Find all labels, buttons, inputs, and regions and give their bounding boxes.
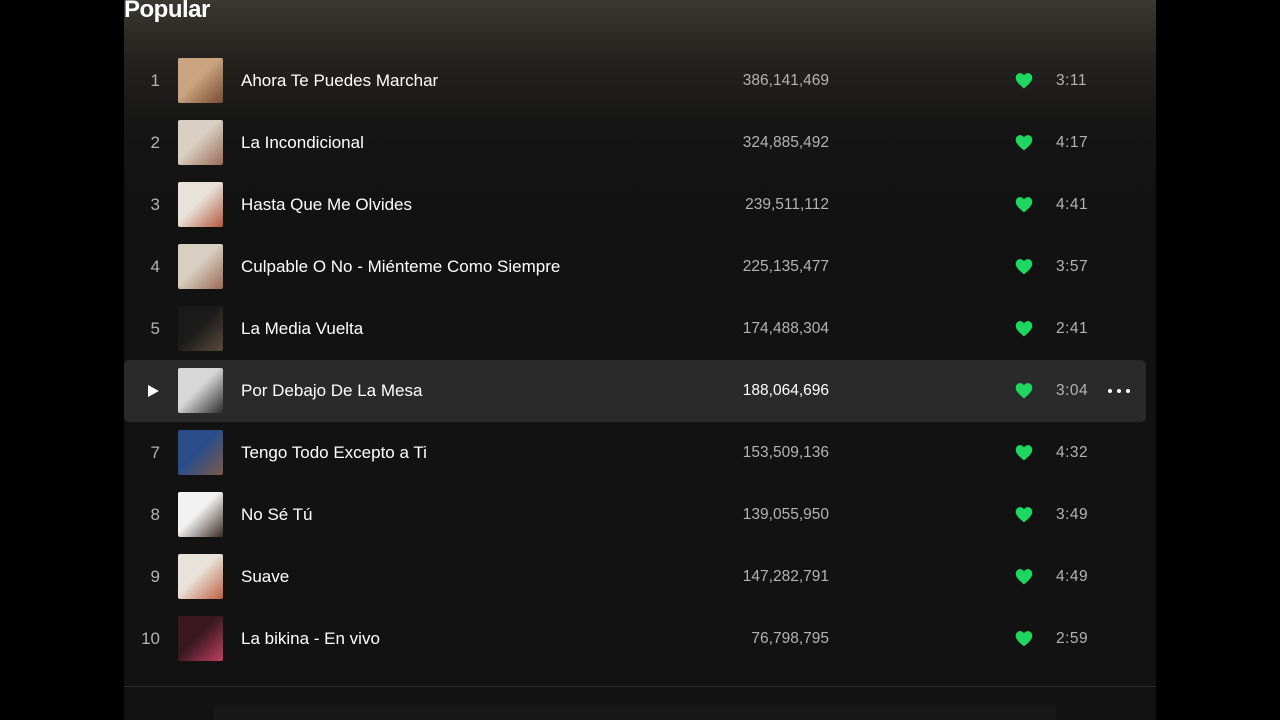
track-duration: 3:11 (1056, 72, 1088, 89)
track-title[interactable]: Ahora Te Puedes Marchar (241, 50, 438, 112)
track-row[interactable]: 3 Hasta Que Me Olvides 239,511,112 4:41 (124, 174, 1146, 236)
play-count: 139,055,950 (742, 506, 829, 523)
track-duration: 2:59 (1056, 630, 1089, 647)
heart-icon[interactable] (1015, 196, 1033, 213)
bottom-bar (214, 705, 1056, 720)
play-count: 153,509,136 (742, 444, 829, 461)
heart-icon[interactable] (1015, 568, 1033, 585)
section-title: Popular (124, 0, 210, 23)
heart-icon[interactable] (1015, 506, 1033, 523)
track-row[interactable]: 2 La Incondicional 324,885,492 4:17 (124, 112, 1146, 174)
album-art (178, 58, 223, 103)
track-number: 9 (150, 567, 160, 586)
artist-panel: Popular 1 Ahora Te Puedes Marchar 386,14… (124, 0, 1156, 720)
track-duration: 3:49 (1056, 506, 1089, 523)
album-art (178, 554, 223, 599)
track-duration: 3:04 (1056, 382, 1089, 399)
album-art (178, 616, 223, 661)
track-title[interactable]: Hasta Que Me Olvides (241, 174, 412, 236)
divider (124, 686, 1156, 687)
track-title[interactable]: La Incondicional (241, 112, 364, 174)
track-title[interactable]: No Sé Tú (241, 484, 313, 546)
heart-icon[interactable] (1015, 72, 1033, 89)
track-title[interactable]: La Media Vuelta (241, 298, 363, 360)
track-number: 3 (150, 195, 160, 214)
play-count: 76,798,795 (751, 630, 829, 647)
more-options-icon[interactable] (1108, 382, 1130, 400)
play-count: 239,511,112 (745, 196, 829, 213)
album-art (178, 430, 223, 475)
track-title[interactable]: Por Debajo De La Mesa (241, 360, 422, 422)
heart-icon[interactable] (1015, 382, 1033, 399)
play-count: 188,064,696 (742, 382, 829, 399)
play-count: 386,141,469 (742, 72, 829, 89)
play-count: 147,282,791 (742, 568, 829, 585)
track-row[interactable]: 5 La Media Vuelta 174,488,304 2:41 (124, 298, 1146, 360)
track-row[interactable]: 8 No Sé Tú 139,055,950 3:49 (124, 484, 1146, 546)
heart-icon[interactable] (1015, 320, 1033, 337)
track-title[interactable]: Tengo Todo Excepto a Ti (241, 422, 427, 484)
play-count: 174,488,304 (742, 320, 829, 337)
track-row[interactable]: 4 Culpable O No - Miénteme Como Siempre … (124, 236, 1146, 298)
play-count: 324,885,492 (742, 134, 829, 151)
track-duration: 3:57 (1056, 258, 1089, 275)
play-icon[interactable] (146, 384, 160, 398)
track-number: 7 (150, 443, 160, 462)
track-duration: 4:41 (1056, 196, 1089, 213)
track-duration: 4:32 (1056, 444, 1089, 461)
album-art (178, 492, 223, 537)
track-row[interactable]: 10 La bikina - En vivo 76,798,795 2:59 (124, 608, 1146, 670)
track-title[interactable]: La bikina - En vivo (241, 608, 380, 670)
heart-icon[interactable] (1015, 444, 1033, 461)
track-duration: 2:41 (1056, 320, 1089, 337)
track-row[interactable]: 7 Tengo Todo Excepto a Ti 153,509,136 4:… (124, 422, 1146, 484)
track-number: 1 (150, 71, 160, 90)
track-number: 8 (150, 505, 160, 524)
album-art (178, 120, 223, 165)
track-duration: 4:17 (1056, 134, 1089, 151)
heart-icon[interactable] (1015, 134, 1033, 151)
track-title[interactable]: Suave (241, 546, 289, 608)
album-art (178, 182, 223, 227)
track-row[interactable]: 1 Ahora Te Puedes Marchar 386,141,469 3:… (124, 50, 1146, 112)
track-number: 2 (150, 133, 160, 152)
track-number: 4 (150, 257, 160, 276)
track-title[interactable]: Culpable O No - Miénteme Como Siempre (241, 236, 560, 298)
play-count: 225,135,477 (742, 258, 829, 275)
album-art (178, 306, 223, 351)
track-row[interactable]: Por Debajo De La Mesa 188,064,696 3:04 (124, 360, 1146, 422)
track-number: 10 (141, 629, 160, 648)
track-duration: 4:49 (1056, 568, 1089, 585)
popular-tracks-list: 1 Ahora Te Puedes Marchar 386,141,469 3:… (124, 50, 1156, 670)
track-row[interactable]: 9 Suave 147,282,791 4:49 (124, 546, 1146, 608)
heart-icon[interactable] (1015, 258, 1033, 275)
heart-icon[interactable] (1015, 630, 1033, 647)
track-number: 5 (150, 319, 160, 338)
album-art (178, 244, 223, 289)
album-art (178, 368, 223, 413)
